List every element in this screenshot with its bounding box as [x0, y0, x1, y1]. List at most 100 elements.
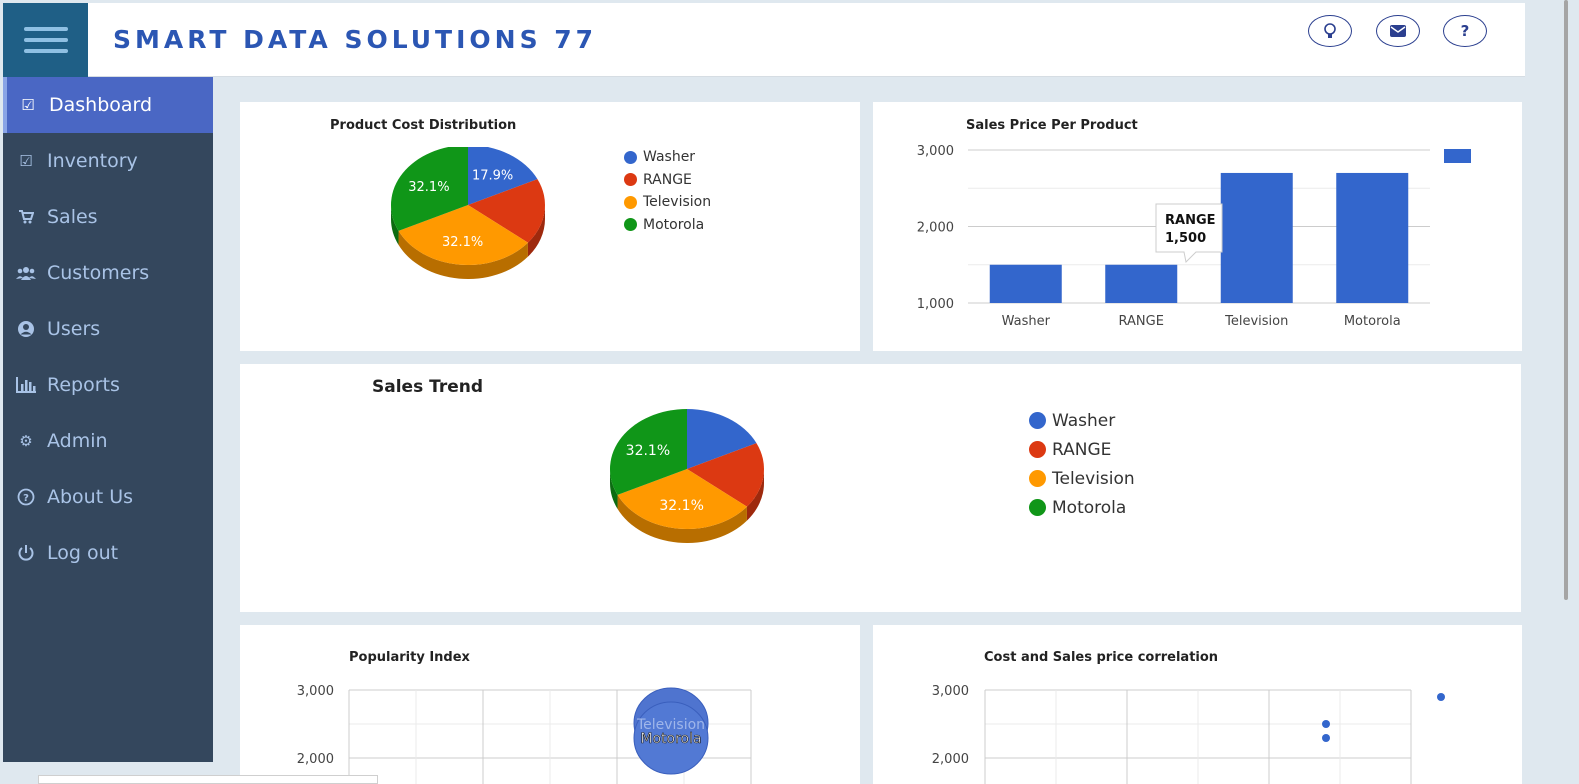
bubble-label: Motorola	[640, 731, 701, 747]
legend-label: RANGE	[1052, 439, 1112, 460]
pie-slice-label: 17.9%	[472, 169, 513, 184]
legend-item-washer[interactable]: Washer	[1029, 406, 1135, 435]
sidebar-item-sales[interactable]: Sales	[3, 189, 213, 245]
sidebar-item-users[interactable]: Users	[3, 301, 213, 357]
legend-item-range[interactable]: RANGE	[624, 169, 711, 192]
legend-item-television[interactable]: Television	[1029, 464, 1135, 493]
popularity-index-chart[interactable]: 3,0002,000TelevisionMotorola	[240, 625, 860, 784]
sidebar-item-label: Admin	[47, 430, 108, 452]
chart-legend: Washer RANGE Television Motorola	[624, 146, 711, 236]
sidebar-item-log-out[interactable]: Log out	[3, 525, 213, 581]
legend-swatch	[1029, 499, 1046, 516]
sales-trend-card: Sales Trend 32.1% 32.1% Washer RANGE Televi…	[240, 364, 1521, 612]
legend-label: Motorola	[1052, 497, 1127, 518]
legend-label: Washer	[643, 149, 696, 166]
mail-icon[interactable]	[1376, 15, 1420, 47]
bar-television[interactable]	[1220, 172, 1293, 303]
sidebar-item-about-us[interactable]: ? About Us	[3, 469, 213, 525]
y-tick-label: 2,000	[932, 752, 969, 767]
sidebar-item-label: Log out	[47, 542, 119, 564]
power-icon	[15, 544, 37, 562]
app-header: SMART DATA SOLUTIONS 77 ?	[3, 3, 1525, 77]
legend-item-range[interactable]: RANGE	[1029, 435, 1135, 464]
legend-swatch	[624, 173, 637, 187]
legend-swatch	[1437, 693, 1445, 701]
app-title: SMART DATA SOLUTIONS 77	[113, 25, 598, 54]
sidebar-item-reports[interactable]: Reports	[3, 357, 213, 413]
pie-slice-label: 32.1%	[442, 235, 483, 250]
tooltip-category: RANGE	[1165, 213, 1216, 228]
legend-label: Television	[643, 194, 712, 211]
y-tick-label: 3,000	[932, 684, 969, 699]
legend-label: Washer	[1052, 410, 1116, 431]
product-cost-distribution-card: Product Cost Distribution 17.9% 32.1% 32.1…	[240, 102, 860, 351]
scatter-point[interactable]	[1322, 734, 1330, 742]
bar-range[interactable]	[1105, 264, 1178, 303]
sidebar-item-dashboard[interactable]: ☑ Dashboard	[3, 77, 213, 133]
chart-title: Product Cost Distribution	[330, 118, 517, 133]
sidebar-item-admin[interactable]: ⚙ Admin	[3, 413, 213, 469]
legend-item-television[interactable]: Television	[624, 191, 711, 214]
sidebar-item-label: About Us	[47, 486, 134, 508]
y-tick-label: 2,000	[917, 221, 954, 236]
horizontal-scrollbar[interactable]	[38, 775, 378, 784]
help-glyph: ?	[1460, 22, 1470, 40]
vertical-scrollbar[interactable]	[1563, 0, 1571, 784]
sales-price-bar-chart[interactable]: 1,000 2,000 3,000 Washer RANGE Television Moto…	[873, 102, 1522, 351]
legend-swatch	[1444, 149, 1471, 163]
sidebar-item-label: Dashboard	[49, 94, 153, 116]
cost-sales-correlation-card: Cost and Sales price correlation 3,000 2,…	[873, 625, 1522, 784]
cart-icon	[15, 210, 37, 224]
lightbulb-icon[interactable]	[1308, 15, 1352, 47]
legend-swatch	[1029, 412, 1046, 429]
legend-swatch	[1029, 470, 1046, 487]
bar-chart-icon	[15, 377, 37, 393]
product-cost-pie-chart[interactable]: 17.9% 32.1% 32.1%	[370, 147, 570, 317]
sales-trend-pie-chart[interactable]: 32.1% 32.1%	[590, 409, 790, 579]
check-square-icon: ☑	[21, 96, 35, 114]
legend-item-motorola[interactable]: Motorola	[1029, 493, 1135, 522]
legend-item-motorola[interactable]: Motorola	[624, 214, 711, 237]
legend-swatch	[1029, 441, 1046, 458]
bar-motorola[interactable]	[1336, 172, 1409, 303]
x-tick-label: Washer	[1002, 314, 1051, 329]
legend-item-washer[interactable]: Washer	[624, 146, 711, 169]
users-icon	[15, 266, 37, 280]
sidebar-item-label: Customers	[47, 262, 150, 284]
sidebar-item-label: Reports	[47, 374, 120, 396]
legend-swatch	[624, 218, 637, 232]
popularity-index-card: Popularity Index 3,000 2,000 Television Mot…	[240, 625, 860, 784]
y-tick-label: 1,000	[917, 297, 954, 312]
bar-washer[interactable]	[989, 264, 1062, 303]
user-circle-icon	[15, 320, 37, 338]
tooltip-value: 1,500	[1165, 231, 1206, 246]
x-tick-label: Motorola	[1344, 314, 1401, 329]
legend-label: Television	[1052, 468, 1135, 489]
scrollbar-thumb[interactable]	[1564, 0, 1568, 600]
sidebar-item-inventory[interactable]: ☑ Inventory	[3, 133, 213, 189]
y-tick-label: 3,000	[297, 684, 334, 699]
sidebar-item-label: Sales	[47, 206, 98, 228]
bar-tooltip: RANGE 1,500	[1155, 203, 1223, 264]
help-icon[interactable]: ?	[1443, 15, 1487, 47]
sidebar-item-label: Inventory	[47, 150, 138, 172]
pie-slice-label: 32.1%	[626, 443, 670, 459]
gears-icon: ⚙	[19, 432, 33, 450]
pie-slice-label: 32.1%	[408, 180, 449, 195]
legend-label: Motorola	[643, 216, 705, 233]
cost-sales-correlation-chart[interactable]: 3,000 2,000	[873, 625, 1522, 784]
sidebar: ☑ Dashboard ☑ Inventory Sales Customers …	[3, 77, 213, 762]
sales-price-per-product-card: Sales Price Per Product 1,000 2,000 3,000 W…	[873, 102, 1522, 351]
legend-swatch	[624, 150, 637, 164]
scatter-point[interactable]	[1322, 720, 1330, 728]
sidebar-item-customers[interactable]: Customers	[3, 245, 213, 301]
legend-label: RANGE	[643, 171, 692, 188]
chart-legend: Washer RANGE Television Motorola	[1029, 406, 1135, 522]
pie-slice-label: 32.1%	[659, 498, 703, 514]
y-tick-label: 3,000	[917, 144, 954, 159]
x-tick-label: Television	[1224, 314, 1288, 329]
hamburger-menu-icon[interactable]	[3, 3, 88, 77]
sidebar-item-label: Users	[47, 318, 101, 340]
y-tick-label: 2,000	[297, 752, 334, 767]
question-circle-icon: ?	[15, 488, 37, 506]
